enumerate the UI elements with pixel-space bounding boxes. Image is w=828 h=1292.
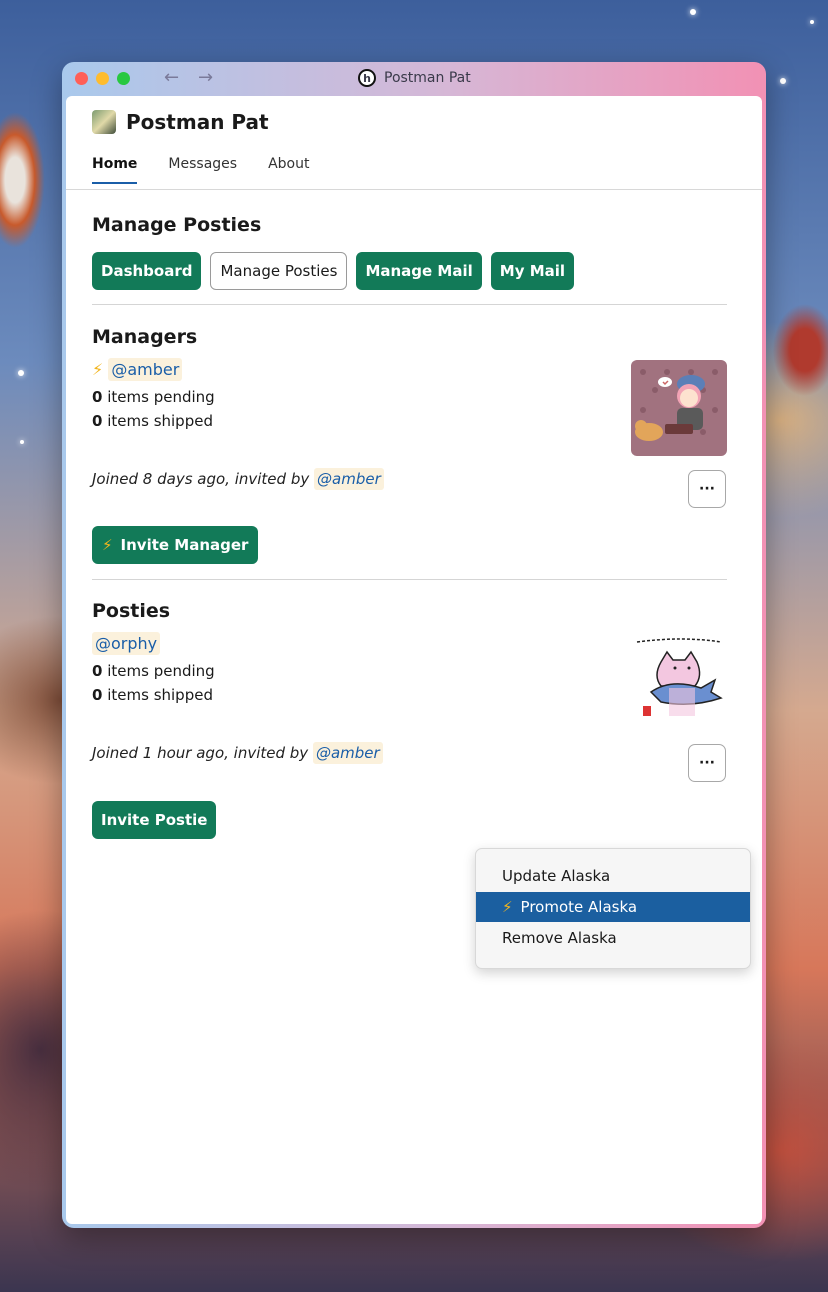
app-name: Postman Pat [126, 110, 269, 134]
postie-avatar [631, 632, 727, 728]
forward-arrow-icon[interactable]: → [198, 67, 213, 88]
manage-mail-button[interactable]: Manage Mail [356, 252, 482, 290]
manager-handle-row: ⚡ @amber [92, 358, 183, 381]
joined-text: Joined 1 hour ago, invited by [92, 744, 309, 762]
postie-handle-link[interactable]: @orphy [92, 632, 161, 655]
divider [92, 579, 727, 580]
minimize-window-button[interactable] [96, 72, 109, 85]
app-avatar [92, 110, 116, 134]
close-window-button[interactable] [75, 72, 88, 85]
shipped-count: 0 [92, 412, 103, 430]
lightning-icon: ⚡ [92, 360, 104, 379]
posties-heading: Posties [92, 600, 171, 622]
menu-item-remove[interactable]: Remove Alaska [476, 923, 750, 953]
shipped-label: items shipped [107, 686, 213, 704]
manager-avatar [631, 360, 727, 456]
dashboard-button[interactable]: Dashboard [92, 252, 202, 290]
background-wing-art [0, 100, 50, 260]
title-bar: ← → h Postman Pat [62, 62, 766, 96]
invite-manager-button[interactable]: ⚡ Invite Manager [92, 526, 259, 564]
tab-messages[interactable]: Messages [168, 156, 237, 184]
manager-joined: Joined 8 days ago, invited by @amber [92, 468, 384, 490]
invited-by-link[interactable]: @amber [312, 742, 383, 764]
main-content: Postman Pat Home Messages About Manage P… [66, 96, 762, 1224]
manage-posties-button[interactable]: Manage Posties [210, 252, 348, 290]
tab-home[interactable]: Home [92, 156, 138, 184]
postie-context-menu: Update Alaska ⚡ Promote Alaska Remove Al… [475, 848, 751, 969]
pending-count: 0 [92, 388, 103, 406]
shipped-count: 0 [92, 686, 103, 704]
nav-tabs: Home Messages About [92, 156, 309, 184]
postie-shipped: 0 items shipped [92, 686, 213, 704]
lightning-icon: ⚡ [502, 898, 513, 916]
window-title-text: Postman Pat [384, 70, 471, 86]
postie-handle-row: @orphy [92, 632, 161, 655]
menu-item-update[interactable]: Update Alaska [476, 861, 750, 891]
zoom-window-button[interactable] [117, 72, 130, 85]
page-title: Manage Posties [92, 214, 262, 236]
postie-pending: 0 items pending [92, 662, 215, 680]
manager-handle-link[interactable]: @amber [108, 358, 183, 381]
lightning-icon: ⚡ [102, 536, 113, 554]
pending-label: items pending [107, 662, 215, 680]
app-window: ← → h Postman Pat Postman Pat Home Messa… [62, 62, 766, 1228]
app-header: Postman Pat [92, 110, 269, 134]
invite-postie-button[interactable]: Invite Postie [92, 801, 217, 839]
manager-shipped: 0 items shipped [92, 412, 213, 430]
joined-text: Joined 8 days ago, invited by [92, 470, 310, 488]
invite-manager-label: Invite Manager [120, 536, 249, 554]
back-arrow-icon[interactable]: ← [164, 67, 179, 88]
pending-label: items pending [107, 388, 215, 406]
tab-about[interactable]: About [268, 156, 309, 184]
window-title: h Postman Pat [358, 69, 471, 87]
pending-count: 0 [92, 662, 103, 680]
invited-by-link[interactable]: @amber [314, 468, 384, 490]
section-buttons: Dashboard Manage Posties Manage Mail My … [92, 252, 575, 290]
app-logo-icon: h [358, 69, 376, 87]
my-mail-button[interactable]: My Mail [490, 252, 575, 290]
background-art [770, 300, 828, 400]
divider [92, 304, 727, 305]
postie-joined: Joined 1 hour ago, invited by @amber [92, 742, 383, 764]
manager-pending: 0 items pending [92, 388, 215, 406]
shipped-label: items shipped [107, 412, 213, 430]
menu-item-promote[interactable]: ⚡ Promote Alaska [476, 892, 750, 922]
postie-more-button[interactable]: ··· [688, 744, 726, 782]
menu-item-promote-label: Promote Alaska [520, 898, 638, 916]
tabs-divider [66, 189, 762, 190]
manager-more-button[interactable]: ··· [688, 470, 726, 508]
managers-heading: Managers [92, 326, 198, 348]
